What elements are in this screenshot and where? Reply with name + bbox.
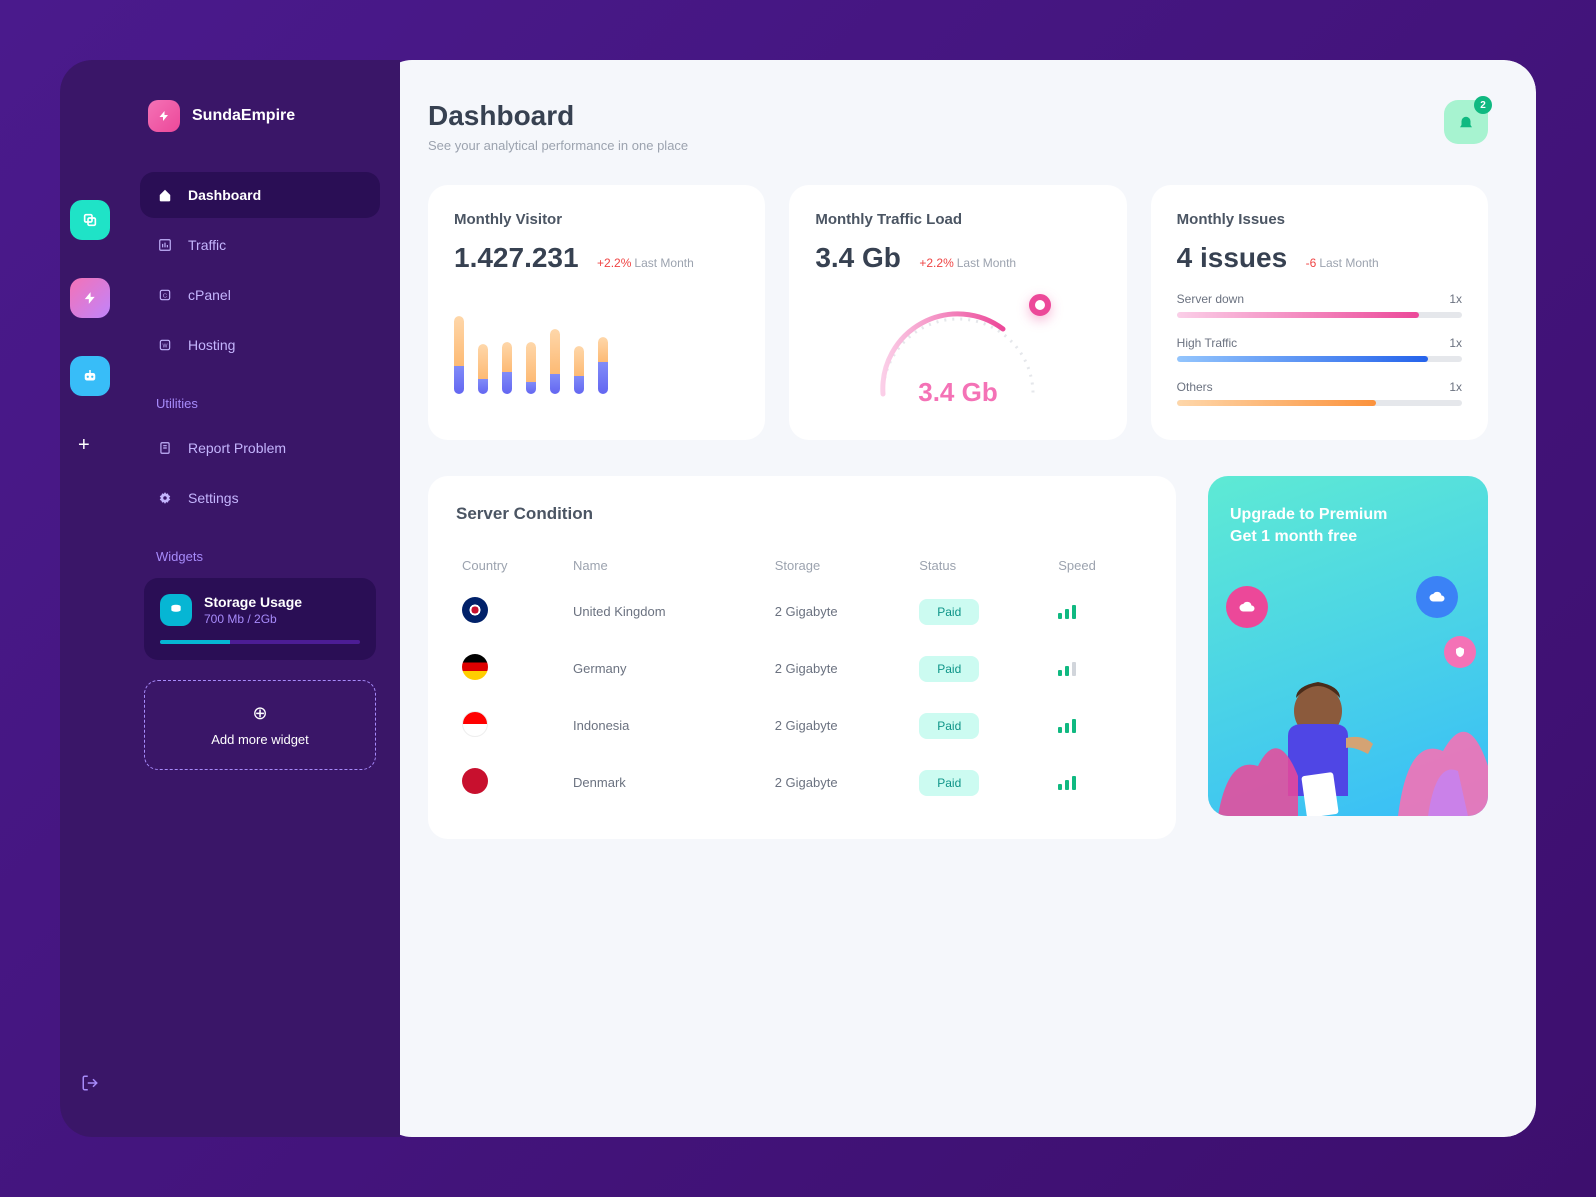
th-name: Name xyxy=(567,548,769,583)
traffic-gauge: 3.4 Gb xyxy=(815,294,1100,414)
cpanel-icon: C xyxy=(156,286,174,304)
issues-value: 4 issues xyxy=(1177,242,1288,274)
visitor-bar-chart xyxy=(454,298,739,394)
visitor-value: 1.427.231 xyxy=(454,242,579,274)
issue-count: 1x xyxy=(1449,292,1462,306)
add-widget-button[interactable]: ⊕ Add more widget xyxy=(144,680,376,770)
status-badge: Paid xyxy=(919,599,979,625)
speed-icon xyxy=(1058,662,1142,676)
nav-label: Dashboard xyxy=(188,187,261,203)
notification-badge: 2 xyxy=(1474,96,1492,114)
speed-icon xyxy=(1058,776,1142,790)
issue-name: Server down xyxy=(1177,292,1244,306)
issue-row: High Traffic 1x xyxy=(1177,336,1462,362)
traffic-card: Monthly Traffic Load 3.4 Gb +2.2% Last Mo… xyxy=(789,185,1126,440)
storage-bar xyxy=(160,640,360,644)
nav-label: Hosting xyxy=(188,337,235,353)
brand-name: SundaEmpire xyxy=(192,107,295,125)
add-widget-label: Add more widget xyxy=(167,732,353,747)
table-row: Denmark 2 Gigabyte Paid xyxy=(456,754,1148,811)
issue-row: Server down 1x xyxy=(1177,292,1462,318)
nav-label: Traffic xyxy=(188,237,226,253)
storage-icon xyxy=(160,594,192,626)
issues-card: Monthly Issues 4 issues -6Last Month Ser… xyxy=(1151,185,1488,440)
issue-row: Others 1x xyxy=(1177,380,1462,406)
th-storage: Storage xyxy=(769,548,914,583)
page-title: Dashboard xyxy=(428,100,688,132)
nav-hosting[interactable]: W Hosting xyxy=(140,322,380,368)
brand-icon xyxy=(148,100,180,132)
flag-id-icon xyxy=(462,711,488,737)
card-title: Monthly Issues xyxy=(1177,211,1462,228)
svg-text:W: W xyxy=(163,343,168,349)
page-subtitle: See your analytical performance in one p… xyxy=(428,138,688,153)
promo-title: Upgrade to Premium Get 1 month free xyxy=(1230,504,1466,549)
flag-dk-icon xyxy=(462,768,488,794)
server-table: Country Name Storage Status Speed United… xyxy=(456,548,1148,811)
sidebar: SundaEmpire Dashboard Traffic C cPanel W… xyxy=(120,60,400,1137)
card-title: Monthly Visitor xyxy=(454,211,739,228)
traffic-delta-label: Last Month xyxy=(957,256,1016,270)
plus-icon: ⊕ xyxy=(167,703,353,724)
app-rail: + xyxy=(60,60,120,1137)
traffic-delta: +2.2% xyxy=(919,256,953,270)
status-badge: Paid xyxy=(919,713,979,739)
flag-uk-icon xyxy=(462,597,488,623)
home-icon xyxy=(156,186,174,204)
storage-title: Storage Usage xyxy=(204,594,302,610)
visitor-card: Monthly Visitor 1.427.231 +2.2%Last Mont… xyxy=(428,185,765,440)
rail-bolt-icon[interactable] xyxy=(70,278,110,318)
nav-traffic[interactable]: Traffic xyxy=(140,222,380,268)
nav-cpanel[interactable]: C cPanel xyxy=(140,272,380,318)
issue-name: Others xyxy=(1177,380,1213,394)
issue-count: 1x xyxy=(1449,380,1462,394)
issue-count: 1x xyxy=(1449,336,1462,350)
table-row: United Kingdom 2 Gigabyte Paid xyxy=(456,583,1148,640)
card-title: Monthly Traffic Load xyxy=(815,211,1100,228)
issues-delta-label: Last Month xyxy=(1319,256,1378,270)
visitor-delta: +2.2% xyxy=(597,256,631,270)
rail-robot-icon[interactable] xyxy=(70,356,110,396)
report-icon xyxy=(156,439,174,457)
hosting-icon: W xyxy=(156,336,174,354)
status-badge: Paid xyxy=(919,656,979,682)
utilities-label: Utilities xyxy=(156,396,380,411)
speed-icon xyxy=(1058,719,1142,733)
th-status: Status xyxy=(913,548,1052,583)
table-row: Indonesia 2 Gigabyte Paid xyxy=(456,697,1148,754)
nav-settings[interactable]: Settings xyxy=(140,475,380,521)
traffic-value: 3.4 Gb xyxy=(815,242,901,274)
nav-label: cPanel xyxy=(188,287,231,303)
gauge-knob xyxy=(1029,294,1051,316)
th-country: Country xyxy=(456,548,567,583)
flag-de-icon xyxy=(462,654,488,680)
issues-delta: -6 xyxy=(1306,256,1317,270)
speed-icon xyxy=(1058,605,1142,619)
visitor-delta-label: Last Month xyxy=(634,256,693,270)
nav-label: Report Problem xyxy=(188,440,286,456)
storage-subtitle: 700 Mb / 2Gb xyxy=(204,612,302,626)
rail-add-icon[interactable]: + xyxy=(78,434,102,458)
promo-card[interactable]: Upgrade to Premium Get 1 month free xyxy=(1208,476,1488,816)
status-badge: Paid xyxy=(919,770,979,796)
table-title: Server Condition xyxy=(456,504,1148,524)
issue-name: High Traffic xyxy=(1177,336,1237,350)
table-row: Germany 2 Gigabyte Paid xyxy=(456,640,1148,697)
logout-icon[interactable] xyxy=(81,1074,99,1097)
rail-copy-icon[interactable] xyxy=(70,200,110,240)
th-speed: Speed xyxy=(1052,548,1148,583)
server-table-card: Server Condition Country Name Storage St… xyxy=(428,476,1176,839)
widgets-label: Widgets xyxy=(156,549,380,564)
storage-widget: Storage Usage 700 Mb / 2Gb xyxy=(144,578,376,660)
main-content: Dashboard See your analytical performanc… xyxy=(380,60,1536,1137)
nav-label: Settings xyxy=(188,490,239,506)
nav-report[interactable]: Report Problem xyxy=(140,425,380,471)
nav-dashboard[interactable]: Dashboard xyxy=(140,172,380,218)
bell-icon xyxy=(1457,113,1475,131)
notification-button[interactable]: 2 xyxy=(1444,100,1488,144)
gear-icon xyxy=(156,489,174,507)
svg-text:C: C xyxy=(163,293,167,299)
brand: SundaEmpire xyxy=(140,100,380,132)
chart-icon xyxy=(156,236,174,254)
